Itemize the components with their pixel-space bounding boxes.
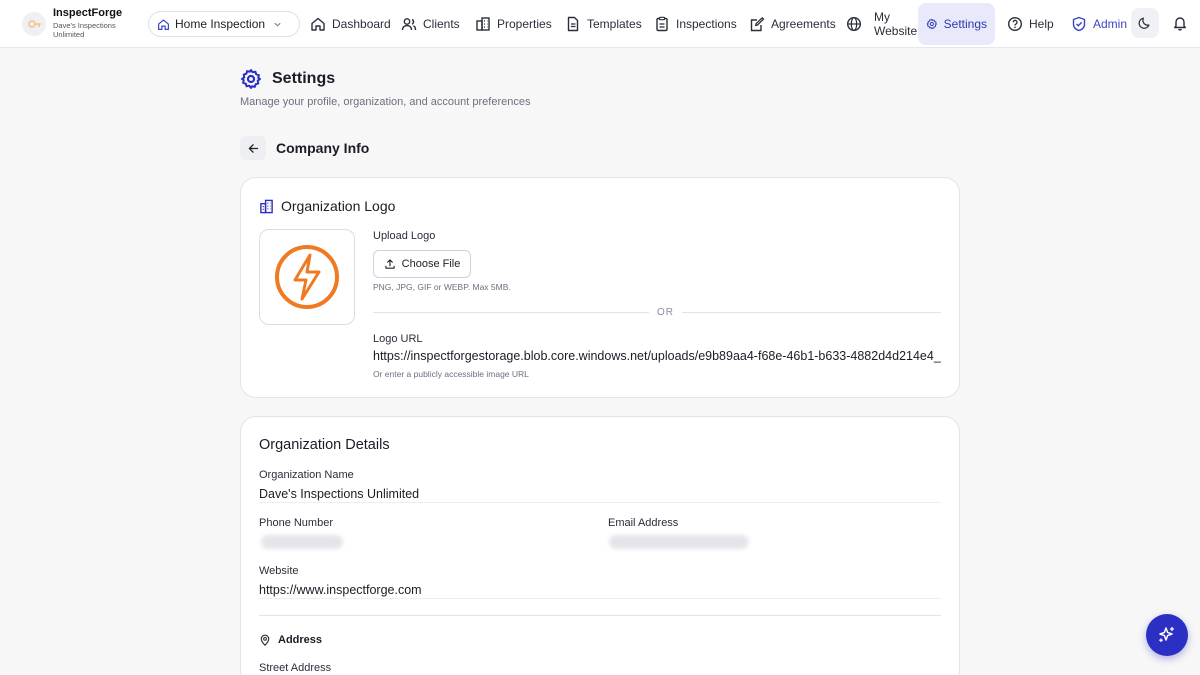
dashboard-icon <box>311 17 325 31</box>
home-icon <box>158 18 169 30</box>
email-label: Email Address <box>608 517 679 529</box>
org-name-label: Organization Name <box>259 469 354 481</box>
file-format-hint: PNG, JPG, GIF or WEBP. Max 5MB. <box>373 282 511 292</box>
arrow-left-icon <box>248 143 258 153</box>
upload-icon <box>384 259 395 269</box>
page-title: Settings <box>272 70 336 87</box>
help-icon <box>1007 16 1023 32</box>
organization-logo-card: Organization Logo Upload Logo Choose Fil… <box>240 177 960 398</box>
address-heading: Address <box>259 634 322 646</box>
logo-url-label: Logo URL <box>373 333 423 345</box>
card-heading: Organization Logo <box>259 198 395 214</box>
divider <box>259 615 941 616</box>
sparkle-icon <box>1159 626 1175 643</box>
website-input[interactable]: https://www.inspectforge.com <box>259 583 422 597</box>
phone-input[interactable] <box>261 535 343 549</box>
nav-properties[interactable]: Properties <box>467 6 560 42</box>
organization-details-card: Organization Details Organization Name D… <box>240 416 960 675</box>
gear-icon <box>241 69 261 89</box>
gear-icon <box>926 18 938 30</box>
logo-preview <box>259 229 355 325</box>
clients-icon <box>401 18 417 31</box>
bell-icon <box>1174 17 1186 31</box>
or-separator: OR <box>649 307 682 318</box>
building-icon <box>260 199 273 213</box>
brand-logo-icon <box>22 11 46 36</box>
top-navigation: InspectForge Dave's Inspections Unlimite… <box>0 0 1200 48</box>
nav-my-website[interactable]: My Website <box>838 6 925 42</box>
pin-icon <box>260 634 270 646</box>
email-input[interactable] <box>609 535 749 549</box>
inspections-icon <box>656 16 668 32</box>
upload-logo-label: Upload Logo <box>373 230 436 242</box>
theme-toggle-button[interactable] <box>1131 8 1159 38</box>
properties-icon <box>476 17 490 31</box>
brand[interactable]: InspectForge Dave's Inspections Unlimite… <box>22 8 123 39</box>
phone-label: Phone Number <box>259 517 333 529</box>
card-heading: Organization Details <box>259 437 390 453</box>
nav-clients[interactable]: Clients <box>393 6 468 42</box>
section-title: Company Info <box>276 140 370 156</box>
page-subtitle: Manage your profile, organization, and a… <box>240 96 531 108</box>
nav-help[interactable]: Help <box>999 6 1062 42</box>
notifications-button[interactable] <box>1166 8 1194 38</box>
globe-icon <box>846 16 862 32</box>
templates-icon <box>567 16 579 32</box>
nav-templates[interactable]: Templates <box>557 6 650 42</box>
shield-icon <box>1072 16 1086 32</box>
choose-file-button[interactable]: Choose File <box>373 250 471 278</box>
nav-dashboard[interactable]: Dashboard <box>302 6 399 42</box>
agreements-icon <box>750 17 765 32</box>
nav-admin[interactable]: Admin <box>1063 6 1135 42</box>
moon-icon <box>1138 17 1150 29</box>
ai-assistant-button[interactable] <box>1146 614 1188 656</box>
nav-agreements[interactable]: Agreements <box>741 6 844 42</box>
workspace-label: Home Inspection <box>175 17 266 31</box>
website-label: Website <box>259 565 299 577</box>
org-name: Dave's Inspections Unlimited <box>53 21 116 39</box>
org-name-input[interactable]: Dave's Inspections Unlimited <box>259 487 419 501</box>
workspace-selector[interactable]: Home Inspection <box>148 11 301 37</box>
nav-settings[interactable]: Settings <box>918 3 995 45</box>
lightning-logo-icon <box>275 245 339 309</box>
street-address-label: Street Address <box>259 662 332 674</box>
page-header: Settings <box>240 68 335 95</box>
logo-url-hint: Or enter a publicly accessible image URL <box>373 369 529 379</box>
back-button[interactable] <box>240 136 266 160</box>
logo-url-input[interactable]: https://inspectforgestorage.blob.core.wi… <box>373 349 941 363</box>
app-name: InspectForge <box>53 7 123 19</box>
nav-inspections[interactable]: Inspections <box>646 6 745 42</box>
chevron-down-icon <box>274 22 281 27</box>
